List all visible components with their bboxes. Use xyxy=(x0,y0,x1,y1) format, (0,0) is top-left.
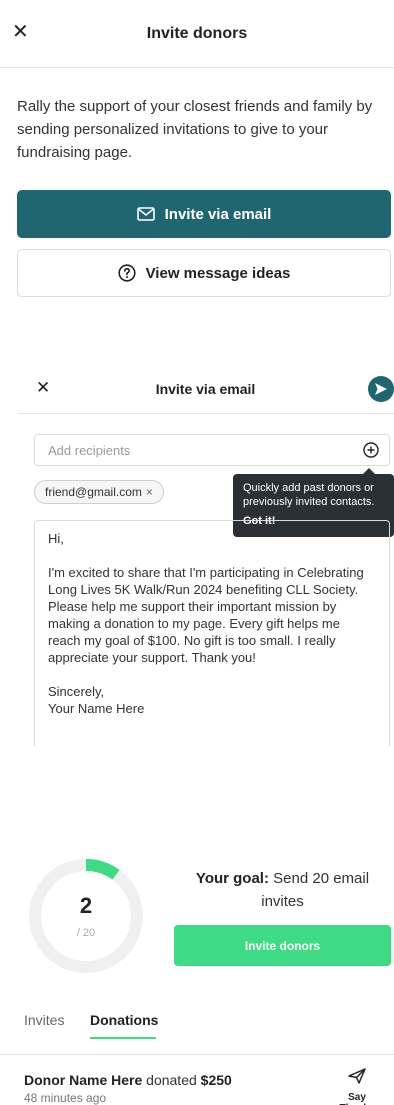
invites-sent-count: 2 xyxy=(79,893,93,918)
intro-text: Rally the support of your closest friend… xyxy=(17,98,373,161)
goal-label: Your goal: xyxy=(195,870,269,887)
recipients-input[interactable]: Add recipients xyxy=(34,434,390,466)
view-message-ideas-label: View message ideas xyxy=(145,264,291,282)
recipients-placeholder: Add recipients xyxy=(48,443,131,458)
tab-invites[interactable]: Invites xyxy=(24,1012,64,1028)
say-thanks-button[interactable]: Say Thanks xyxy=(330,1068,384,1105)
question-icon xyxy=(117,264,136,282)
message-greeting: Hi, xyxy=(48,531,64,546)
tab-donations[interactable]: Donations xyxy=(90,1012,158,1028)
message-body-textarea[interactable]: Hi, I'm excited to share that I'm partic… xyxy=(34,520,390,746)
goal-description: Send 20 email invites xyxy=(261,870,370,910)
active-tab-indicator xyxy=(90,1037,156,1039)
donor-name: Donor Name Here xyxy=(24,1072,143,1088)
message-closing: Sincerely, xyxy=(48,684,105,699)
invite-via-email-button[interactable]: Invite via email xyxy=(17,190,391,238)
donation-amount: $250 xyxy=(200,1072,232,1088)
tooltip-text: Quickly add past donors or previously in… xyxy=(243,482,375,508)
goal-text: Your goal: Send 20 email invites xyxy=(175,867,390,913)
invite-donors-button[interactable]: Invite donors xyxy=(174,925,391,966)
recipient-chip-label: friend@gmail.com xyxy=(45,485,142,499)
paper-plane-icon xyxy=(348,1068,366,1084)
donation-summary: Donor Name Here donated $250 xyxy=(24,1072,232,1088)
donation-verb: donated xyxy=(146,1072,197,1088)
envelope-icon xyxy=(136,207,155,221)
send-icon xyxy=(375,383,387,395)
add-contact-icon[interactable] xyxy=(363,442,379,458)
page-title: Invite donors xyxy=(146,25,248,42)
email-modal-title: Invite via email xyxy=(155,381,256,397)
remove-chip-icon[interactable]: × xyxy=(146,485,153,499)
donation-time: 48 minutes ago xyxy=(24,1091,107,1105)
invites-goal-total: / 20 xyxy=(76,927,96,939)
recipient-chip[interactable]: friend@gmail.com × xyxy=(34,480,164,504)
page-header: ✕ Invite donors xyxy=(0,0,394,68)
say-thanks-label: Say Thanks xyxy=(339,1092,374,1105)
activity-tabs: Invites Donations xyxy=(0,1010,394,1055)
view-message-ideas-button[interactable]: View message ideas xyxy=(17,249,391,297)
message-signature: Your Name Here xyxy=(48,701,145,716)
email-modal-header: ✕ Invite via email xyxy=(17,366,394,414)
send-button[interactable] xyxy=(368,376,394,402)
invite-via-email-label: Invite via email xyxy=(164,205,272,223)
message-body: I'm excited to share that I'm participat… xyxy=(48,565,364,665)
